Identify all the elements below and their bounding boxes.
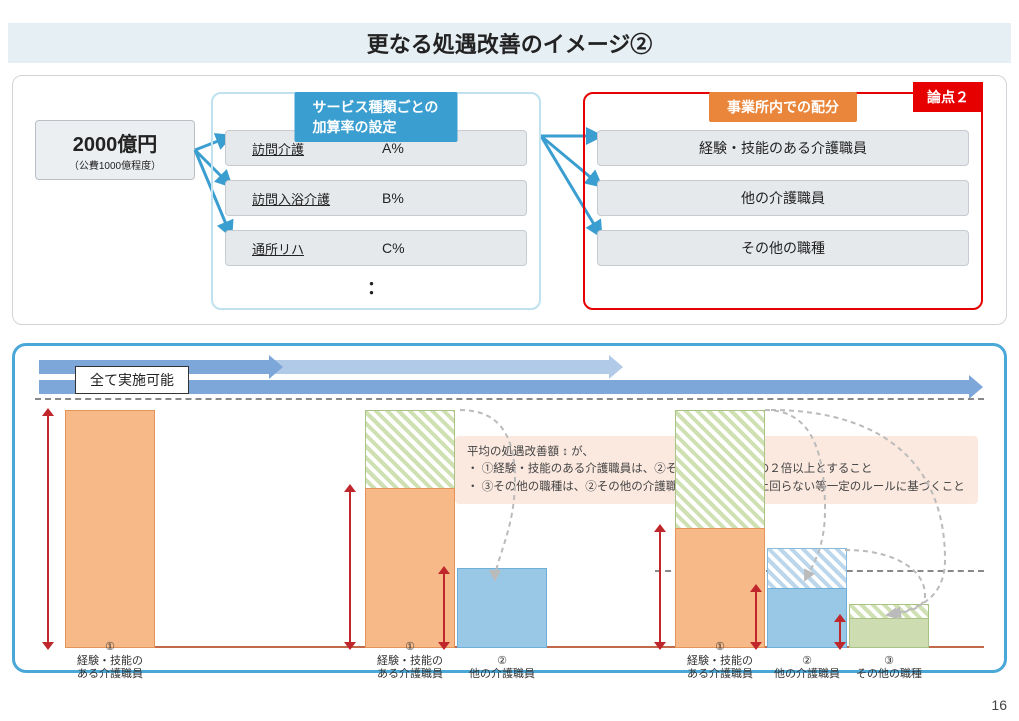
budget-box: 2000億円 （公費1000億程度） — [35, 120, 195, 180]
bar-label: ③ その他の職種 — [851, 655, 927, 683]
range-arrow-icon — [755, 590, 757, 644]
bar-label: ② 他の介護職員 — [769, 655, 845, 683]
service-rate: B% — [382, 190, 404, 206]
service-row: 訪問入浴介護 B% — [225, 180, 527, 216]
service-rate: A% — [382, 140, 404, 156]
dist-row: 他の介護職員 — [597, 180, 969, 216]
bar-s3-c3: ③ その他の職種 — [849, 604, 929, 648]
budget-sub: （公費1000億程度） — [69, 157, 161, 172]
group-title-left: サービス種類ごとの加算率の設定 — [295, 92, 458, 142]
budget-amount: 2000億円 — [73, 128, 158, 157]
dash-line — [35, 398, 984, 400]
bar-s3-c1: ① 経験・技能の ある介護職員 — [675, 410, 765, 648]
service-rate: C% — [382, 240, 405, 256]
title-bar: 更なる処遇改善のイメージ② — [8, 23, 1011, 63]
bar-area: ① 経験・技能の ある介護職員 ① 経験・技能の ある介護職員 ② 他の介護職員… — [65, 410, 984, 648]
service-name: 通所リハ — [252, 239, 382, 258]
dist-row: その他の職種 — [597, 230, 969, 266]
page-title: 更なる処遇改善のイメージ② — [367, 27, 653, 59]
group-title-right: 事業所内での配分 — [709, 92, 857, 122]
bar-s3-c2: ② 他の介護職員 — [767, 548, 847, 648]
bar-s2-c2: ② 他の介護職員 — [457, 568, 547, 648]
group-service-rates: サービス種類ごとの加算率の設定 訪問介護 A% 訪問入浴介護 B% 通所リハ C… — [211, 92, 541, 310]
range-arrow-icon — [659, 530, 661, 644]
bar-s1-c1: ① 経験・技能の ある介護職員 — [65, 410, 155, 648]
service-row: 通所リハ C% — [225, 230, 527, 266]
bar-s2-c1: ① 経験・技能の ある介護職員 — [365, 410, 455, 648]
range-arrow-icon — [839, 620, 841, 644]
range-arrow-icon — [443, 572, 445, 644]
upper-panel: 2000億円 （公費1000億程度） サービス種類ごとの加算率の設定 訪問介護 … — [12, 75, 1007, 325]
bar-label: ① 経験・技能の ある介護職員 — [67, 641, 153, 682]
dist-row: 経験・技能のある介護職員 — [597, 130, 969, 166]
ellipsis: ： — [225, 274, 527, 300]
label-all: 全て実施可能 — [75, 366, 189, 394]
bar-label: ② 他の介護職員 — [459, 655, 545, 683]
service-name: 訪問入浴介護 — [252, 189, 382, 208]
page-number: 16 — [991, 697, 1007, 713]
issue-badge: 論点２ — [913, 82, 983, 112]
range-arrow-icon — [47, 414, 49, 644]
range-arrow-icon — [349, 490, 351, 644]
group-distribution: 論点２ 事業所内での配分 経験・技能のある介護職員 他の介護職員 その他の職種 — [583, 92, 983, 310]
lower-panel: 全て実施可能 平均の処遇改善額 ↕ が、 ・ ①経験・技能のある介護職員は、②そ… — [12, 343, 1007, 673]
